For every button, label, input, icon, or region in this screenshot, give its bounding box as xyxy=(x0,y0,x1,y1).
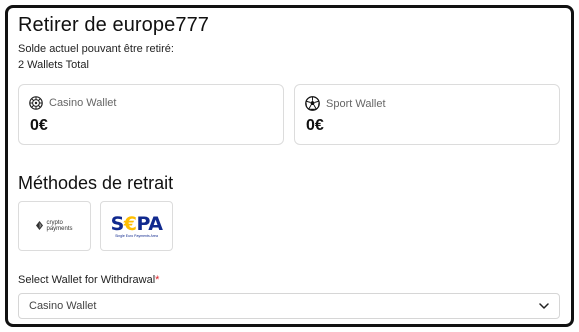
balance-label: Solde actuel pouvant être retiré: xyxy=(18,43,174,55)
page-title: Retirer de europe777 xyxy=(18,14,210,36)
required-mark: * xyxy=(155,274,160,286)
wallet-select[interactable]: Casino Wallet xyxy=(18,293,560,319)
crypto-logo-icon xyxy=(36,217,44,235)
methods-title: Méthodes de retrait xyxy=(18,173,174,193)
wallet-select-label-text: Select Wallet for Withdrawal xyxy=(18,274,156,286)
casino-wallet-card: Casino Wallet 0€ xyxy=(18,84,284,145)
withdraw-panel: Retirer de europe777 Solde actuel pouvan… xyxy=(5,5,574,327)
roulette-chip-icon xyxy=(29,96,43,110)
sport-wallet-name: Sport Wallet xyxy=(326,97,386,110)
sepa-logo-pa: PA xyxy=(136,212,163,235)
wallet-select-value: Casino Wallet xyxy=(29,300,97,312)
casino-wallet-amount: 0€ xyxy=(30,117,48,134)
method-crypto-payments[interactable]: crypto payments xyxy=(18,201,91,251)
sport-wallet-amount: 0€ xyxy=(306,117,324,134)
sport-wallet-card: Sport Wallet 0€ xyxy=(294,84,560,145)
casino-wallet-name: Casino Wallet xyxy=(49,97,117,109)
wallet-select-label: Select Wallet for Withdrawal* xyxy=(18,274,159,286)
sepa-logo: S€PA Single Euro Payments Area xyxy=(111,214,163,239)
soccer-ball-icon xyxy=(305,96,320,111)
method-sepa[interactable]: S€PA Single Euro Payments Area xyxy=(100,201,173,251)
sepa-logo-euro: € xyxy=(123,212,137,235)
chevron-down-icon xyxy=(539,303,549,309)
crypto-logo-line2: payments xyxy=(46,226,73,232)
wallets-total: 2 Wallets Total xyxy=(18,59,89,71)
sepa-tagline: Single Euro Payments Area xyxy=(115,233,158,238)
sepa-logo-s: S xyxy=(110,212,125,235)
